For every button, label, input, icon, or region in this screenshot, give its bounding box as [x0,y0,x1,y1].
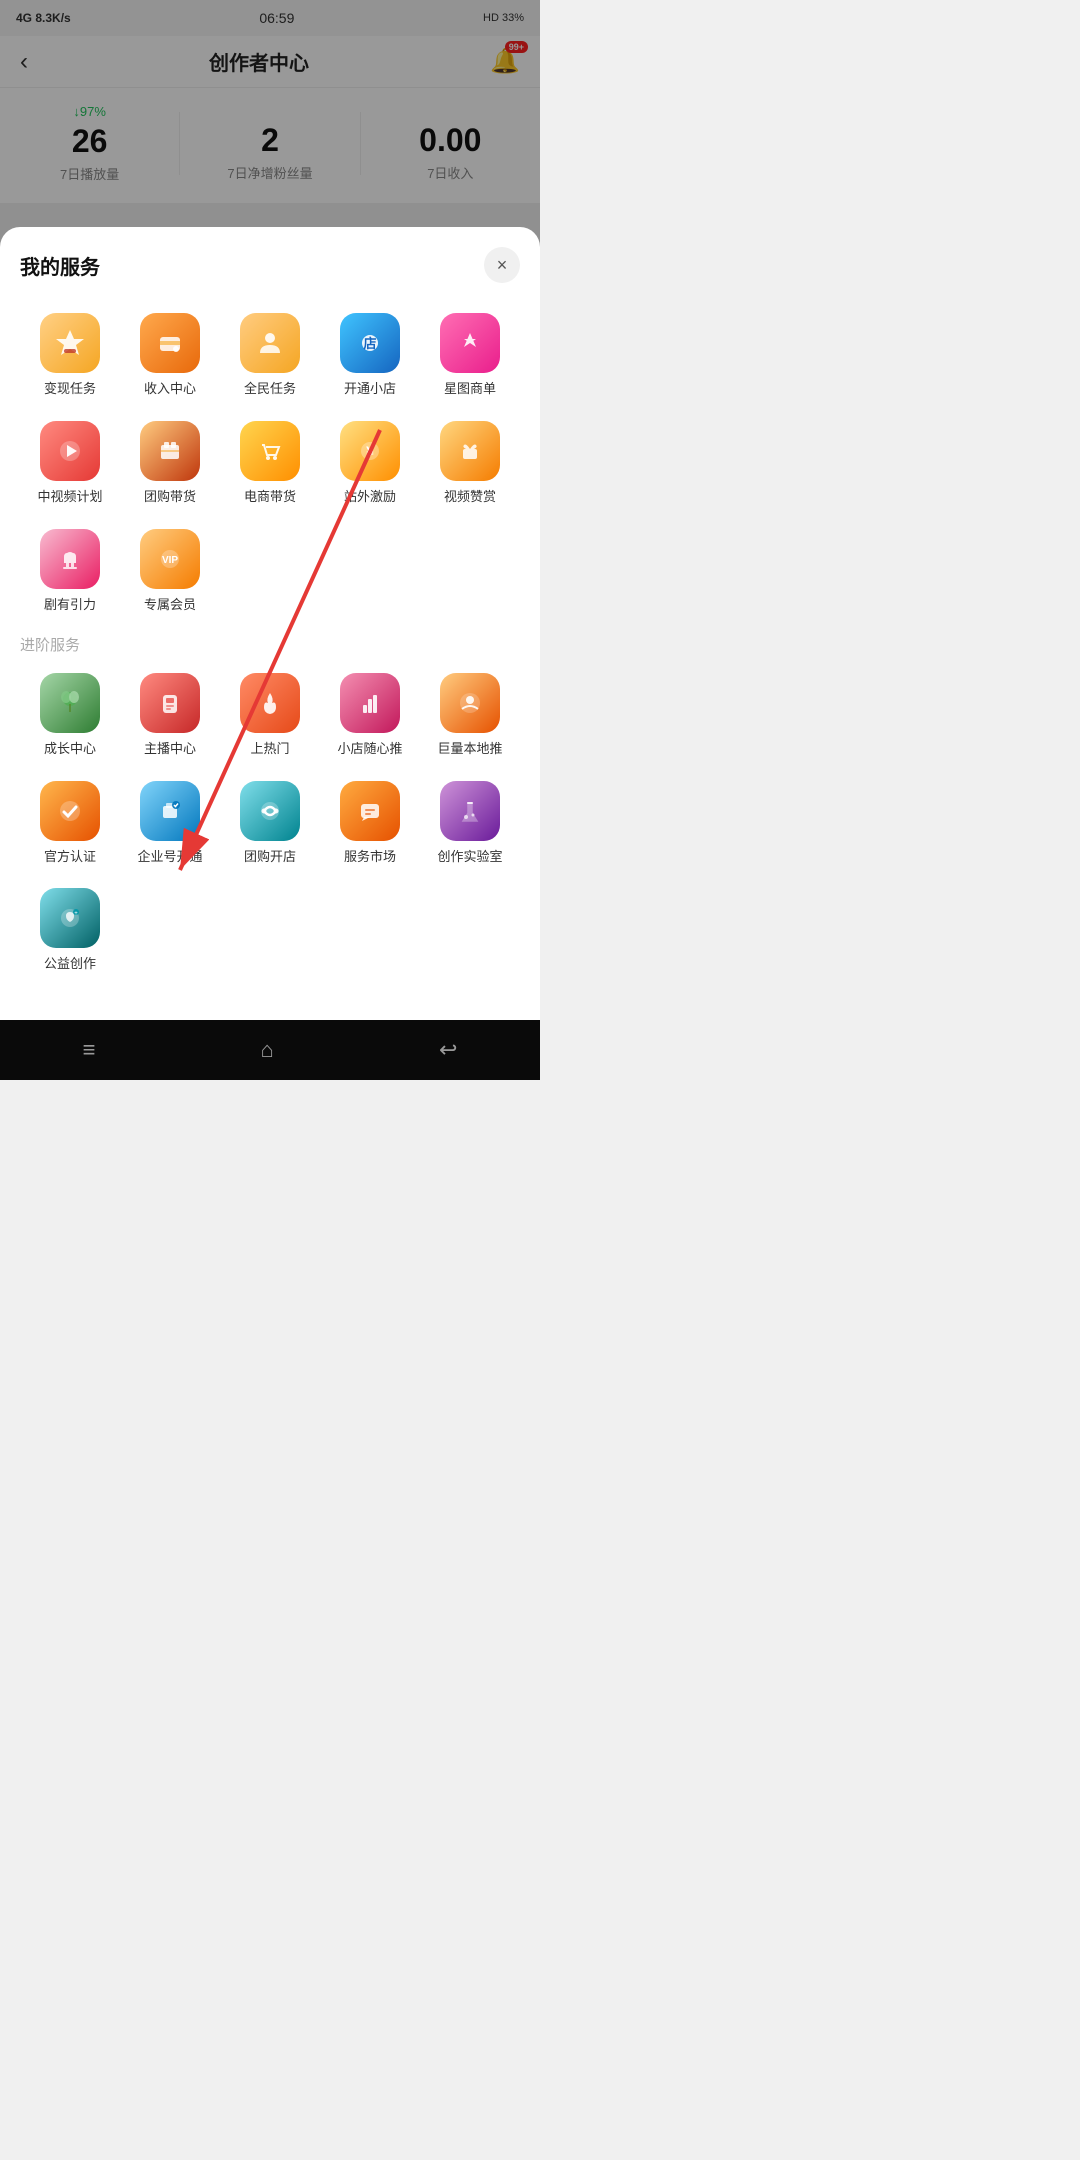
anchor-label: 主播中心 [144,741,196,757]
services-row-1: 变现任务 收入中心 全民任务 [20,307,520,403]
service-tgshop[interactable]: 团购开店 [220,775,320,871]
enterprise-icon [140,781,200,841]
zhongship-icon [40,421,100,481]
zhongship-label: 中视频计划 [37,489,102,505]
zhanwai-label: 站外激励 [344,489,396,505]
service-enterprise[interactable]: 企业号开通 [120,775,220,871]
service-tuangou[interactable]: 团购带货 [120,415,220,511]
modal-title: 我的服务 [20,251,100,280]
service-anchor[interactable]: 主播中心 [120,667,220,763]
services-row-3: 剧有引力 VIP 专属会员 [20,523,520,619]
lab-label: 创作实验室 [437,849,502,865]
service-cert[interactable]: 官方认证 [20,775,120,871]
service-zhanwai[interactable]: ¥ 站外激励 [320,415,420,511]
zanshang-icon [440,421,500,481]
shouru-label: 收入中心 [144,381,196,397]
dianshang-icon [240,421,300,481]
service-gongyi[interactable]: + 公益创作 [20,882,120,978]
service-zanshang[interactable]: 视频赞赏 [420,415,520,511]
shoppromo-icon [340,673,400,733]
service-shoppromo[interactable]: 小店随心推 [320,667,420,763]
advanced-row-1: 成长中心 主播中心 上热门 [20,667,520,763]
service-local[interactable]: 巨量本地推 [420,667,520,763]
drama-label: 剧有引力 [44,597,96,613]
gongyi-icon: + [40,888,100,948]
xintu-label: 星图商单 [444,381,496,397]
anchor-icon [140,673,200,733]
dianshang-label: 电商带货 [244,489,296,505]
vip-label: 专属会员 [144,597,196,613]
service-xintu[interactable]: 星图商单 [420,307,520,403]
advanced-section-label: 进阶服务 [20,634,520,655]
tgshop-label: 团购开店 [244,849,296,865]
service-drama[interactable]: 剧有引力 [20,523,120,619]
service-hot[interactable]: 上热门 [220,667,320,763]
market-label: 服务市场 [344,849,396,865]
growth-label: 成长中心 [44,741,96,757]
cert-icon [40,781,100,841]
quanmin-icon [240,313,300,373]
hot-icon [240,673,300,733]
service-kaishop[interactable]: 店 开通小店 [320,307,420,403]
advanced-row-3: + 公益创作 [20,882,520,978]
gongyi-label: 公益创作 [44,956,96,972]
svg-text:+: + [74,911,78,917]
zhanwai-icon: ¥ [340,421,400,481]
service-market[interactable]: 服务市场 [320,775,420,871]
advanced-row-2: 官方认证 企业号开通 [20,775,520,871]
services-row-2: 中视频计划 团购带货 电商带货 [20,415,520,511]
enterprise-label: 企业号开通 [137,849,202,865]
shoppromo-label: 小店随心推 [337,741,402,757]
service-dianshang[interactable]: 电商带货 [220,415,320,511]
hot-label: 上热门 [250,741,289,757]
vip-icon: VIP [140,529,200,589]
service-quanmin[interactable]: 全民任务 [220,307,320,403]
kaishop-icon: 店 [340,313,400,373]
svg-text:VIP: VIP [162,555,178,566]
xintu-icon [440,313,500,373]
tgshop-icon [240,781,300,841]
service-bianzian[interactable]: 变现任务 [20,307,120,403]
service-vip[interactable]: VIP 专属会员 [120,523,220,619]
tuangou-icon [140,421,200,481]
local-icon [440,673,500,733]
service-shouru[interactable]: 收入中心 [120,307,220,403]
market-icon [340,781,400,841]
my-services-modal: 我的服务 × 变现任务 收入中心 [0,227,540,1020]
growth-icon [40,673,100,733]
cert-label: 官方认证 [44,849,96,865]
zanshang-label: 视频赞赏 [444,489,496,505]
close-button[interactable]: × [484,247,520,283]
kaishop-label: 开通小店 [344,381,396,397]
drama-icon [40,529,100,589]
svg-text:¥: ¥ [366,443,374,459]
quanmin-label: 全民任务 [244,381,296,397]
service-zhongship[interactable]: 中视频计划 [20,415,120,511]
bianzian-icon [40,313,100,373]
local-label: 巨量本地推 [437,741,502,757]
bianzian-label: 变现任务 [44,381,96,397]
tuangou-label: 团购带货 [144,489,196,505]
shouru-icon [140,313,200,373]
svg-text:店: 店 [363,336,376,351]
service-lab[interactable]: 创作实验室 [420,775,520,871]
lab-icon [440,781,500,841]
service-growth[interactable]: 成长中心 [20,667,120,763]
modal-header: 我的服务 × [20,247,520,283]
